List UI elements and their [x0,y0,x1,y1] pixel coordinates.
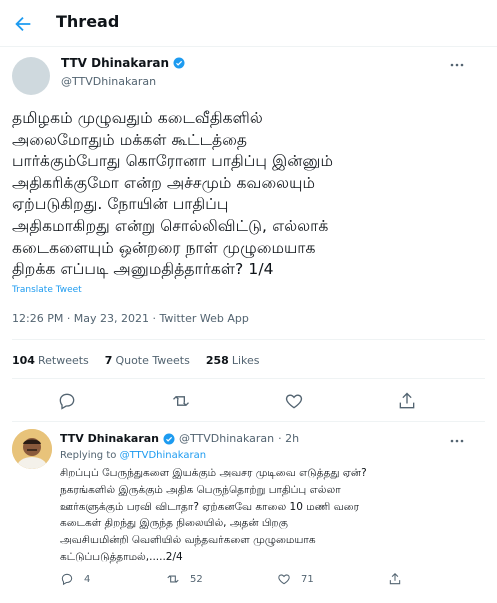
more-options-icon[interactable] [449,436,465,446]
tweet-text-line: தமிழகம் முழுவதும் கடைவீதிகளில் [12,109,263,127]
reply-author-name[interactable]: TTV Dhinakaran [60,432,159,445]
retweet-icon[interactable] [166,572,180,586]
reply-reply-action[interactable]: 4 [60,572,90,586]
divider [12,378,485,379]
reply-retweet-action[interactable]: 52 [166,572,203,586]
verified-badge-icon [173,57,185,69]
replying-to-label: Replying to [60,450,117,461]
author-name-row[interactable]: TTV Dhinakaran [61,56,185,70]
like-icon[interactable] [277,572,291,586]
reply-icon[interactable] [60,572,74,586]
tweet-text-line: கடைகளையும் ஒன்றரை நாள் முழுமையாக [12,238,316,257]
share-icon[interactable] [397,391,417,411]
page-title: Thread [56,12,120,31]
share-icon[interactable] [388,572,402,586]
reply-like-action[interactable]: 71 [277,572,314,586]
more-options-icon[interactable] [449,60,465,70]
tweet-text-line: அதிகமாகிறது என்று சொல்லிவிட்டு, எல்லாக் [12,216,329,235]
reply-time[interactable]: · 2h [278,432,299,445]
profile-photo-icon [12,429,52,469]
retweet-count: 52 [190,573,203,585]
tweet-text-line: ஏற்படுகிறது. நோயின் பாதிப்பு [12,195,229,214]
reply-text-line: கட்டுப்படுத்தாமல்,.....2/4 [60,550,183,563]
tweet-text-line: அலைமோதும் மக்கள் கூட்டத்தை [12,130,248,149]
reply-text-line: ஊர்களுக்கும் பரவி விடாதா? ஏற்கனவே காலை 1… [60,500,360,513]
reply-text: சிறப்புப் பேருந்துகளை இயக்கும் அவசர முடி… [60,465,490,566]
tweet-text-line: பார்க்கும்போது கொரோனா பாதிப்பு இன்னும் [12,152,334,171]
like-icon[interactable] [284,391,304,411]
reply-text-line: கடைகள் திறந்து இருந்த நிலையில், அதன் பிற… [60,517,288,530]
reply-author-handle[interactable]: @TTVDhinakaran [179,432,274,445]
retweets-stat[interactable]: 104 Retweets [12,354,89,367]
back-arrow-icon[interactable] [12,13,34,35]
retweet-icon[interactable] [171,391,191,411]
tweet-text-line: அதிகரிக்குமோ என்ற அச்சமும் கவலையும் [12,173,316,192]
reply-icon[interactable] [57,391,77,411]
verified-badge-icon [163,433,175,444]
translate-tweet-link[interactable]: Translate Tweet [12,285,82,295]
thread-header: Thread [0,0,497,47]
divider [12,339,485,340]
avatar[interactable] [12,57,50,95]
replying-to-link[interactable]: @TTVDhinakaran [120,450,206,461]
reply-text-line: நகரங்களில் இருக்கும் அதிக பெருந்தொற்று ப… [60,483,341,496]
divider [12,421,485,422]
tweet-timestamp[interactable]: 12:26 PM · May 23, 2021 · Twitter Web Ap… [12,312,249,325]
tweet-text: தமிழகம் முழுவதும் கடைவீதிகளில் அலைமோதும்… [12,108,492,281]
tweet-text-line: திறக்க எப்படி அனுமதித்தார்கள்? 1/4 [12,260,274,279]
reply-count: 4 [84,573,91,585]
reply-header: TTV Dhinakaran @TTVDhinakaran · 2h [60,432,299,445]
reply-text-line: சிறப்புப் பேருந்துகளை இயக்கும் அவசர முடி… [60,467,367,479]
like-count: 71 [301,573,314,585]
likes-stat[interactable]: 258 Likes [206,354,260,367]
author-name[interactable]: TTV Dhinakaran [61,56,169,70]
reply-share-action[interactable] [388,572,402,586]
quote-tweets-stat[interactable]: 7 Quote Tweets [105,354,190,367]
reply-text-line: அவசியமின்றி வெளியில் வந்தவர்களை முழுமையா… [60,534,316,547]
avatar[interactable] [12,429,52,469]
replying-to: Replying to @TTVDhinakaran [60,450,206,461]
tweet-stats: 104 Retweets 7 Quote Tweets 258 Likes [12,354,260,367]
author-handle[interactable]: @TTVDhinakaran [61,75,156,88]
